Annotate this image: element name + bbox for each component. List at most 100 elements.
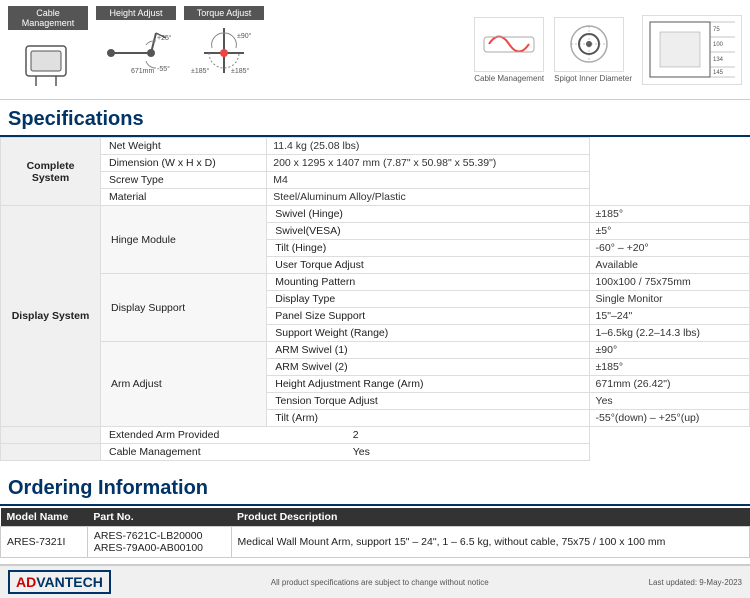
footer: ADVANTECH All product specifications are…: [0, 564, 750, 598]
height-adjust-icon-area: +25° 671mm -55°: [96, 23, 176, 83]
extended-arm-param: Extended Arm Provided: [101, 427, 345, 443]
product-desc-cell: Medical Wall Mount Arm, support 15" – 24…: [231, 527, 749, 558]
height-adjust-icon: +25° 671mm -55°: [101, 23, 171, 83]
footer-note: All product specifications are subject t…: [271, 578, 489, 587]
table-row: Screw Type M4: [1, 172, 750, 189]
tilt-arm-value: -55°(down) – +25°(up): [589, 410, 749, 427]
svg-text:100: 100: [713, 42, 724, 48]
feature-height-adjust: Height Adjust +25° 671mm -55°: [96, 6, 176, 83]
table-row: Material Steel/Aluminum Alloy/Plastic: [1, 189, 750, 206]
advantech-logo-container: ADVANTECH: [8, 570, 111, 594]
display-type-value: Single Monitor: [589, 291, 749, 308]
torque-adjust-icon: ±90° ±185° ±185°: [189, 23, 259, 83]
net-weight-param: Net Weight: [101, 138, 267, 155]
tilt-hinge-param: Tilt (Hinge): [267, 240, 589, 257]
ordering-title: Ordering Information: [0, 469, 750, 506]
torque-adjust-label: Torque Adjust: [184, 6, 264, 20]
diagram-spigot: Spigot Inner Diameter: [554, 17, 632, 83]
mounting-pattern-param: Mounting Pattern: [267, 274, 589, 291]
tension-torque-param: Tension Torque Adjust: [267, 393, 589, 410]
cable-mgmt-bottom: Cable Management Yes: [101, 444, 590, 461]
ordering-row: ARES-7321I ARES-7621C-LB20000 ARES-79A00…: [1, 527, 750, 558]
vantech-suffix: VANTECH: [36, 574, 103, 590]
display-type-param: Display Type: [267, 291, 589, 308]
table-row: Cable Management Yes: [101, 444, 589, 460]
arm-swivel2-value: ±185°: [589, 359, 749, 376]
svg-text:+25°: +25°: [157, 34, 171, 42]
extended-arm-value: 2: [345, 427, 589, 443]
spec-table: Complete System Net Weight 11.4 kg (25.0…: [0, 137, 750, 461]
table-row: Extended Arm Provided 2: [101, 427, 589, 443]
svg-text:-55°: -55°: [157, 65, 170, 73]
net-weight-value: 11.4 kg (25.08 lbs): [267, 138, 589, 155]
cable-mgmt-value: Yes: [345, 444, 589, 460]
advantech-logo: ADVANTECH: [8, 570, 111, 594]
panel-size-param: Panel Size Support: [267, 308, 589, 325]
top-diagrams: Cable Management Spigot Inner Diameter: [274, 6, 742, 93]
feature-torque-adjust: Torque Adjust ±90° ±185° ±185°: [184, 6, 264, 83]
height-adjust-label: Height Adjust: [96, 6, 176, 20]
torque-adjust-icon-area: ±90° ±185° ±185°: [184, 23, 264, 83]
arm-swivel2-param: ARM Swivel (2): [267, 359, 589, 376]
support-weight-value: 1–6.5kg (2.2–14.3 lbs): [589, 325, 749, 342]
adv-prefix: AD: [16, 574, 36, 590]
swivel-hinge-value: ±185°: [589, 206, 749, 223]
part-no-header: Part No.: [87, 508, 231, 527]
svg-text:145: 145: [713, 70, 724, 76]
cable-management-label: Cable Management: [8, 6, 88, 30]
table-row: Display Support Mounting Pattern 100x100…: [1, 274, 750, 291]
ordering-section: Ordering Information Model Name Part No.…: [0, 469, 750, 558]
cable-management-icon-area: [8, 33, 88, 93]
diagram-spigot-box: [554, 17, 624, 72]
hinge-module-subgroup: Hinge Module: [101, 206, 267, 274]
material-param: Material: [101, 189, 267, 206]
tech-drawing-box: 75 100 134 145: [642, 15, 742, 85]
complete-system-group: Complete System: [1, 138, 101, 206]
display-system-group: Display System: [1, 206, 101, 427]
svg-text:671mm: 671mm: [131, 68, 155, 75]
model-name-cell: ARES-7321I: [1, 527, 88, 558]
arm-swivel1-param: ARM Swivel (1): [267, 342, 589, 359]
part-no-cell: ARES-7621C-LB20000 ARES-79A00-AB00100: [87, 527, 231, 558]
table-row: Complete System Net Weight 11.4 kg (25.0…: [1, 138, 750, 155]
diagram-tech: 75 100 134 145: [642, 15, 742, 85]
part-no-line2: ARES-79A00-AB00100: [94, 542, 225, 554]
table-row: Display System Hinge Module Swivel (Hing…: [1, 206, 750, 223]
height-adj-arm-param: Height Adjustment Range (Arm): [267, 376, 589, 393]
cable-management-icon: [21, 36, 76, 91]
tilt-hinge-value: -60° – +20°: [589, 240, 749, 257]
empty-group-cell2: [1, 444, 101, 461]
feature-icons: Cable Management Height Adjust: [8, 6, 264, 93]
mounting-pattern-value: 100x100 / 75x75mm: [589, 274, 749, 291]
screw-type-value: M4: [267, 172, 589, 189]
part-no-line1: ARES-7621C-LB20000: [94, 530, 225, 542]
top-section: Cable Management Height Adjust: [0, 0, 750, 100]
arm-adjust-subgroup: Arm Adjust: [101, 342, 267, 427]
diagram-cable-management-box: [474, 17, 544, 72]
cable-mgmt-diagram-icon: [479, 19, 539, 69]
product-desc-header: Product Description: [231, 508, 749, 527]
spigot-diagram-icon: [559, 19, 619, 69]
empty-group-cell: [1, 427, 101, 444]
swivel-hinge-param: Swivel (Hinge): [267, 206, 589, 223]
svg-text:134: 134: [713, 57, 724, 63]
feature-cable-management: Cable Management: [8, 6, 88, 93]
svg-text:±185°: ±185°: [191, 67, 210, 75]
specifications-title: Specifications: [0, 100, 750, 137]
table-row: Dimension (W x H x D) 200 x 1295 x 1407 …: [1, 155, 750, 172]
specifications-section: Specifications Complete System Net Weigh…: [0, 100, 750, 461]
table-row: Cable Management Yes: [1, 444, 750, 461]
screw-type-param: Screw Type: [101, 172, 267, 189]
height-adj-arm-value: 671mm (26.42"): [589, 376, 749, 393]
swivel-vesa-param: Swivel(VESA): [267, 223, 589, 240]
model-name-header: Model Name: [1, 508, 88, 527]
support-weight-param: Support Weight (Range): [267, 325, 589, 342]
display-support-subgroup: Display Support: [101, 274, 267, 342]
footer-date: Last updated: 9-May-2023: [649, 578, 742, 587]
material-value: Steel/Aluminum Alloy/Plastic: [267, 189, 589, 206]
diagram-cable-management-label: Cable Management: [474, 74, 544, 83]
ordering-table: Model Name Part No. Product Description …: [0, 508, 750, 558]
svg-text:±185°: ±185°: [231, 67, 250, 75]
table-row: Arm Adjust ARM Swivel (1) ±90°: [1, 342, 750, 359]
dimension-param: Dimension (W x H x D): [101, 155, 267, 172]
